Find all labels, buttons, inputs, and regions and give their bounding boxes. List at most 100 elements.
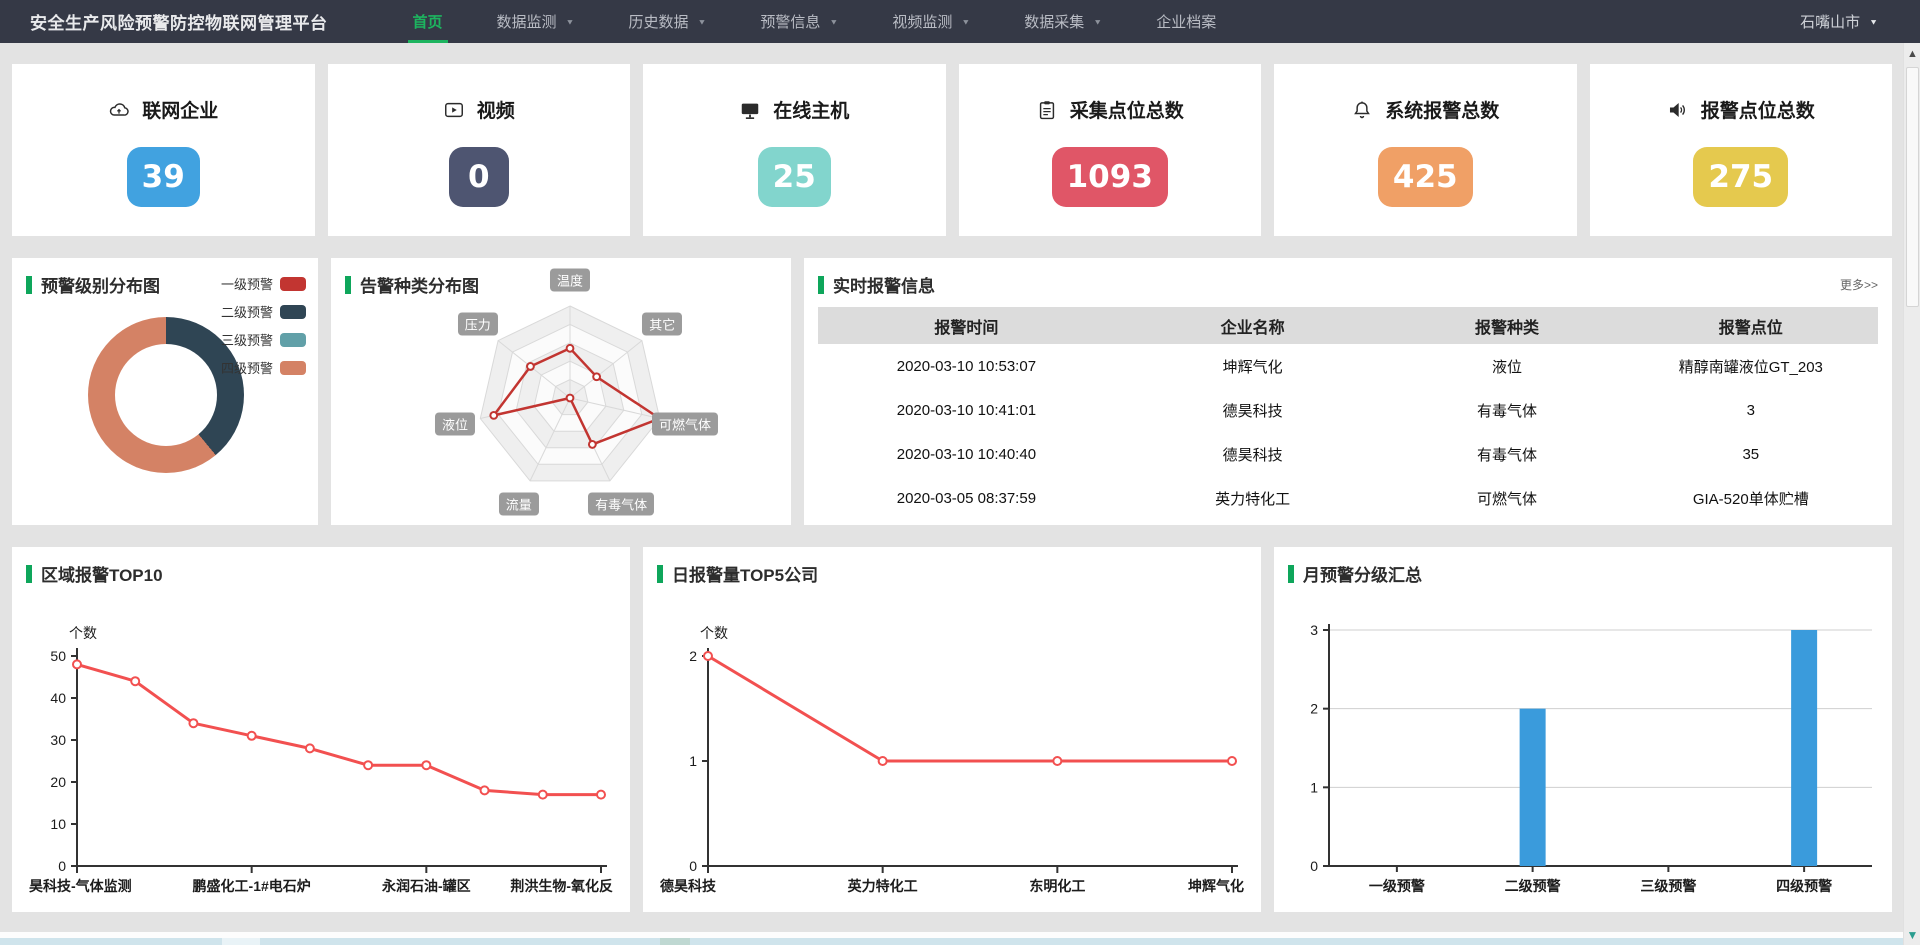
- realtime-alarm-title: 实时报警信息: [833, 272, 935, 297]
- monthly-levels-chart: 0123一级预警二级预警三级预警四级预警: [1289, 590, 1878, 900]
- legend-item[interactable]: 二级预警: [221, 302, 306, 321]
- more-link[interactable]: 更多>>: [1840, 276, 1878, 293]
- svg-text:一级预警: 一级预警: [1368, 878, 1424, 894]
- nav-item-enterprise-archives[interactable]: 企业档案: [1129, 0, 1243, 43]
- table-cell: 有毒气体: [1390, 432, 1623, 476]
- stat-card-label: 系统报警总数: [1385, 96, 1499, 123]
- clipboard-icon: [1036, 99, 1058, 121]
- realtime-alarm-table: 报警时间企业名称报警种类报警点位 2020-03-10 10:53:07坤辉气化…: [818, 307, 1878, 520]
- section-title-marker: [818, 276, 824, 294]
- chevron-down-icon: ▼: [1093, 17, 1102, 26]
- table-cell: 有毒气体: [1390, 388, 1623, 432]
- nav-item-label: 历史数据: [628, 11, 688, 32]
- stat-card-title: 视频: [443, 96, 515, 123]
- nav-item-label: 企业档案: [1156, 11, 1216, 32]
- nav-item-label: 首页: [413, 11, 443, 32]
- svg-text:四级预警: 四级预警: [1776, 878, 1832, 894]
- region-top10-title: 区域报警TOP10: [41, 561, 163, 586]
- section-title-marker: [657, 565, 663, 583]
- chevron-down-icon: ▼: [697, 17, 706, 26]
- table-cell: 液位: [1390, 344, 1623, 388]
- legend-swatch: [280, 277, 306, 291]
- svg-text:德昊科技: 德昊科技: [660, 878, 717, 894]
- legend-item[interactable]: 一级预警: [221, 274, 306, 293]
- scrollbar[interactable]: ▲ ▼: [1903, 43, 1920, 945]
- donut-legend: 一级预警二级预警三级预警四级预警: [221, 274, 306, 377]
- stat-card-label: 联网企业: [142, 96, 218, 123]
- radar-axis-label: 压力: [458, 313, 498, 336]
- cloud-icon: [108, 99, 130, 121]
- legend-label: 二级预警: [221, 302, 273, 321]
- stat-cards-row: 联网企业39视频0在线主机25采集点位总数1093系统报警总数425报警点位总数…: [12, 64, 1892, 236]
- nav-item-label: 数据采集: [1024, 11, 1084, 32]
- nav-item-label: 视频监测: [892, 11, 952, 32]
- stat-card-label: 在线主机: [773, 96, 849, 123]
- table-column-header: 报警种类: [1390, 307, 1623, 344]
- dashboard: 联网企业39视频0在线主机25采集点位总数1093系统报警总数425报警点位总数…: [0, 43, 1903, 912]
- table-cell: 2020-03-10 10:41:01: [818, 388, 1115, 432]
- region-top10-card: 区域报警TOP10 个数01020304050昊科技-气体监测鹏盛化工-1#电石…: [12, 547, 630, 912]
- stat-card-title: 系统报警总数: [1351, 96, 1499, 123]
- svg-text:坤辉气化: 坤辉气化: [1188, 878, 1244, 894]
- stat-card-system-alarms: 系统报警总数 425: [1274, 64, 1577, 236]
- stat-card-title: 联网企业: [108, 96, 218, 123]
- peek-segment: [222, 938, 260, 945]
- peek-segment: [660, 938, 690, 945]
- table-row: 2020-03-10 10:40:40德昊科技有毒气体35: [818, 432, 1878, 476]
- alarm-kind-title: 告警种类分布图: [360, 272, 479, 297]
- svg-text:个数: 个数: [69, 625, 97, 641]
- svg-text:0: 0: [1310, 858, 1318, 874]
- svg-text:20: 20: [50, 774, 66, 790]
- legend-item[interactable]: 四级预警: [221, 358, 306, 377]
- scrollbar-thumb[interactable]: [1906, 67, 1919, 307]
- svg-text:0: 0: [58, 858, 66, 874]
- legend-swatch: [280, 305, 306, 319]
- scroll-down-arrow-icon[interactable]: ▼: [1904, 926, 1920, 943]
- table-cell: 可燃气体: [1390, 476, 1623, 520]
- region-label: 石嘴山市: [1800, 11, 1860, 32]
- stat-value-badge: 39: [127, 147, 200, 207]
- chevron-down-icon: ▼: [566, 17, 575, 26]
- stat-value-badge: 0: [449, 147, 509, 207]
- region-selector[interactable]: 石嘴山市 ▼: [1800, 0, 1878, 43]
- next-section-peek: [0, 938, 1903, 945]
- svg-text:二级预警: 二级预警: [1504, 878, 1560, 894]
- monthly-levels-title: 月预警分级汇总: [1303, 561, 1422, 586]
- monitor-icon: [739, 99, 761, 121]
- svg-text:荆洪生物-氧化反: 荆洪生物-氧化反: [510, 878, 613, 894]
- nav-item-data-monitoring[interactable]: 数据监测▼: [470, 0, 602, 43]
- svg-text:永润石油-罐区: 永润石油-罐区: [380, 878, 470, 894]
- table-cell: 英力特化工: [1115, 476, 1391, 520]
- nav-item-video-monitoring[interactable]: 视频监测 ▼: [865, 0, 997, 43]
- section-title-marker: [345, 276, 351, 294]
- stat-card-label: 视频: [477, 96, 515, 123]
- table-header: 报警时间企业名称报警种类报警点位: [818, 307, 1878, 344]
- table-row: 2020-03-05 08:37:59英力特化工可燃气体GIA-520单体贮槽: [818, 476, 1878, 520]
- scroll-up-arrow-icon[interactable]: ▲: [1904, 45, 1920, 62]
- realtime-alarm-card: 实时报警信息 更多>> 报警时间企业名称报警种类报警点位 2020-03-10 …: [804, 258, 1892, 525]
- stat-value-badge: 25: [758, 147, 831, 207]
- nav-item-warning-info[interactable]: 预警信息▼: [733, 0, 865, 43]
- svg-text:40: 40: [50, 690, 66, 706]
- table-cell: 2020-03-10 10:53:07: [818, 344, 1115, 388]
- legend-item[interactable]: 三级预警: [221, 330, 306, 349]
- daily-top5-title: 日报警量TOP5公司: [672, 561, 818, 586]
- nav-item-home[interactable]: 首页: [386, 0, 470, 43]
- chevron-down-icon: ▼: [961, 17, 970, 26]
- stat-value-badge: 425: [1378, 147, 1473, 207]
- daily-top5-card: 日报警量TOP5公司 个数012德昊科技英力特化工东明化工坤辉气化: [643, 547, 1261, 912]
- stat-card-connected-enterprises: 联网企业 39: [12, 64, 315, 236]
- radar-axis-label: 可燃气体: [652, 413, 718, 436]
- legend-label: 三级预警: [221, 330, 273, 349]
- section-title-marker: [26, 276, 32, 294]
- nav-item-label: 预警信息: [760, 11, 820, 32]
- nav-item-history-data[interactable]: 历史数据 ▼: [601, 0, 733, 43]
- table-column-header: 企业名称: [1115, 307, 1391, 344]
- stat-card-videos: 视频 0: [328, 64, 631, 236]
- svg-text:2: 2: [689, 648, 697, 664]
- nav-item-data-collection[interactable]: 数据采集 ▼: [997, 0, 1129, 43]
- svg-text:1: 1: [1310, 779, 1318, 795]
- legend-label: 四级预警: [221, 358, 273, 377]
- radar-axis-label: 流量: [499, 493, 539, 516]
- stat-card-label: 报警点位总数: [1701, 96, 1815, 123]
